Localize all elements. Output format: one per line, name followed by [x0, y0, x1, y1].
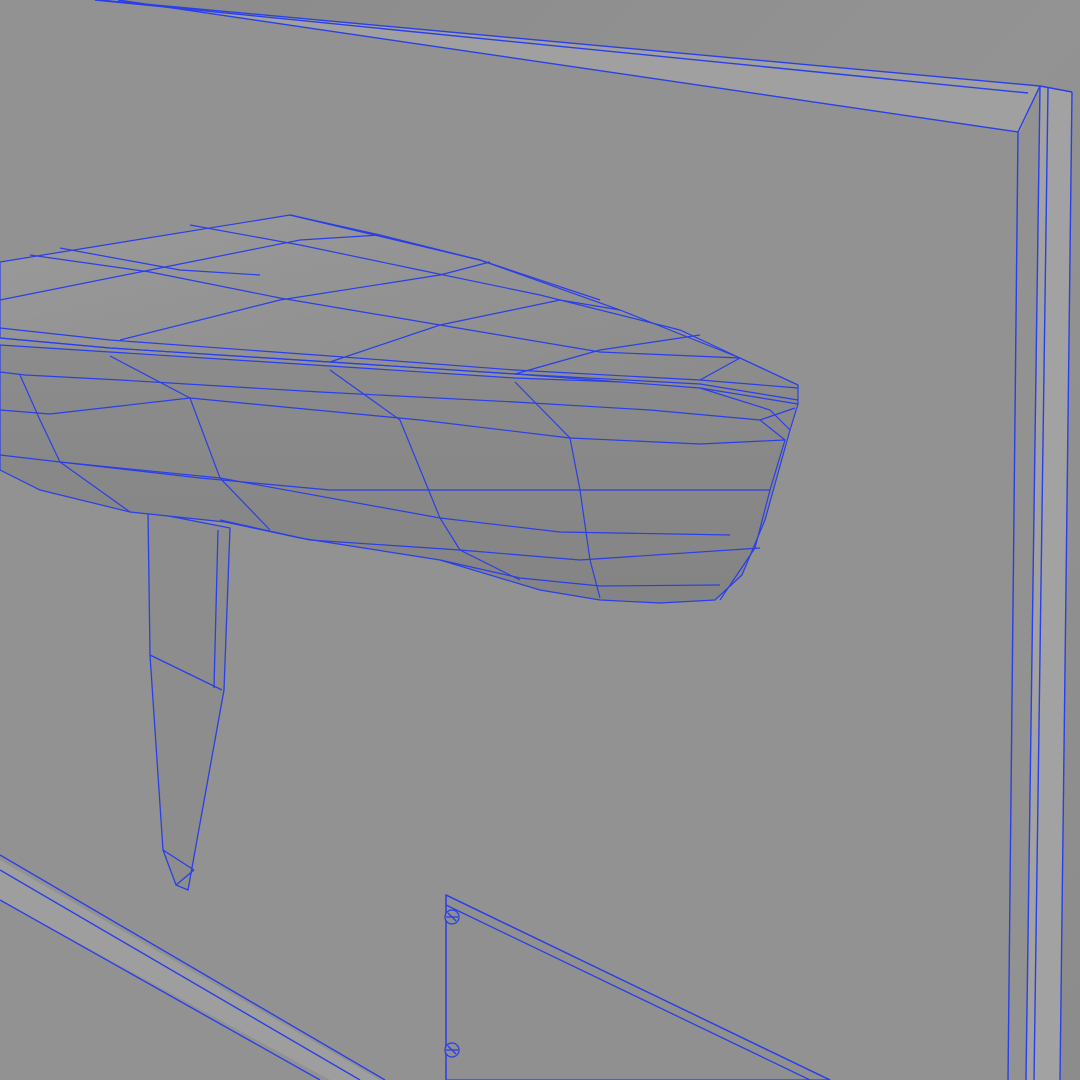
render-viewport [0, 0, 1080, 1080]
wireframe-scene [0, 0, 1080, 1080]
